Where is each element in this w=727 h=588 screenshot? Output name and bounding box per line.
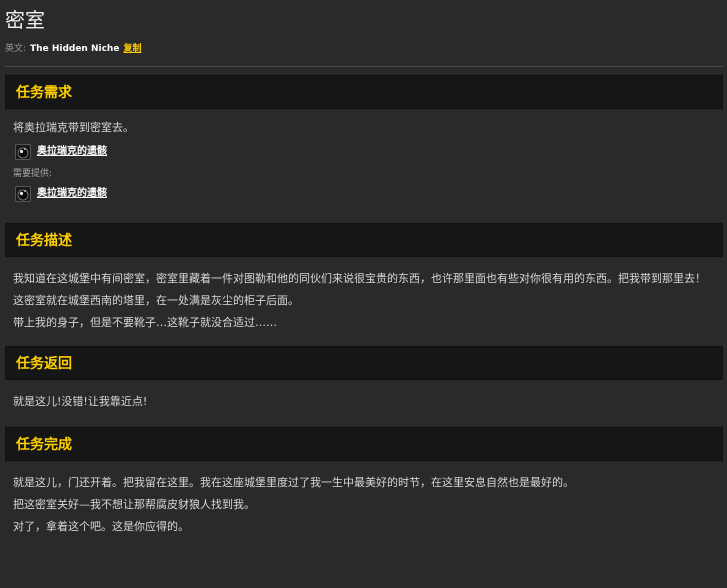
section-title-completion: 任务完成 bbox=[16, 437, 72, 453]
skull-orb-icon bbox=[15, 186, 31, 202]
english-label: 英文: bbox=[5, 44, 27, 54]
progress-text: 就是这儿!没错!让我靠近点! bbox=[13, 395, 148, 408]
section-header-description: 任务描述 bbox=[5, 223, 723, 257]
requirements-text: 将奥拉瑞克带到密室去。 bbox=[13, 121, 134, 134]
description-line: 我知道在这城堡中有间密室，密室里藏着一件对图勒和他的同伙们来说很宝贵的东西，也许… bbox=[13, 272, 706, 285]
completion-line: 就是这儿，门还开着。把我留在这里。我在这座城堡里度过了我一生中最美好的时节，在这… bbox=[13, 476, 574, 489]
section-body-description: 我知道在这城堡中有间密室，密室里藏着一件对图勒和他的同伙们来说很宝贵的东西，也许… bbox=[5, 257, 723, 342]
section-title-requirements: 任务需求 bbox=[16, 85, 72, 101]
skull-orb-icon bbox=[15, 144, 31, 160]
section-title-description: 任务描述 bbox=[16, 233, 72, 249]
section-header-progress: 任务返回 bbox=[5, 346, 723, 380]
completion-line: 把这密室关好—我不想让那帮腐皮豺狼人找到我。 bbox=[13, 498, 255, 511]
required-item[interactable]: 奥拉瑞克的遗骸 bbox=[13, 142, 715, 162]
page-title: 密室 bbox=[5, 8, 45, 32]
description-line: 带上我的身子，但是不要靴子…这靴子就没合适过…… bbox=[13, 316, 277, 329]
english-name: The Hidden Niche bbox=[30, 44, 120, 54]
description-line: 这密室就在城堡西南的塔里，在一处满是灰尘的柜子后面。 bbox=[13, 294, 299, 307]
provided-item[interactable]: 奥拉瑞克的遗骸 bbox=[13, 184, 715, 204]
quest-page: 密室 英文: The Hidden Niche 复制 任务需求 将奥拉瑞克带到密室去… bbox=[0, 0, 727, 588]
section-body-requirements: 将奥拉瑞克带到密室去。 奥拉瑞克的遗骸 需要提供: 奥拉瑞克的遗骸 bbox=[5, 109, 723, 212]
copy-button[interactable]: 复制 bbox=[123, 44, 141, 54]
section-body-progress: 就是这儿!没错!让我靠近点! bbox=[5, 380, 723, 421]
divider bbox=[5, 66, 723, 67]
section-header-requirements: 任务需求 bbox=[5, 75, 723, 109]
provided-label: 需要提供: bbox=[13, 169, 53, 179]
completion-line: 对了，拿着这个吧。这是你应得的。 bbox=[13, 520, 189, 533]
english-name-row: 英文: The Hidden Niche 复制 bbox=[5, 40, 723, 58]
section-title-progress: 任务返回 bbox=[16, 356, 72, 372]
section-header-completion: 任务完成 bbox=[5, 427, 723, 461]
required-item-link[interactable]: 奥拉瑞克的遗骸 bbox=[37, 141, 107, 163]
section-body-completion: 就是这儿，门还开着。把我留在这里。我在这座城堡里度过了我一生中最美好的时节，在这… bbox=[5, 461, 723, 546]
provided-item-link[interactable]: 奥拉瑞克的遗骸 bbox=[37, 183, 107, 205]
